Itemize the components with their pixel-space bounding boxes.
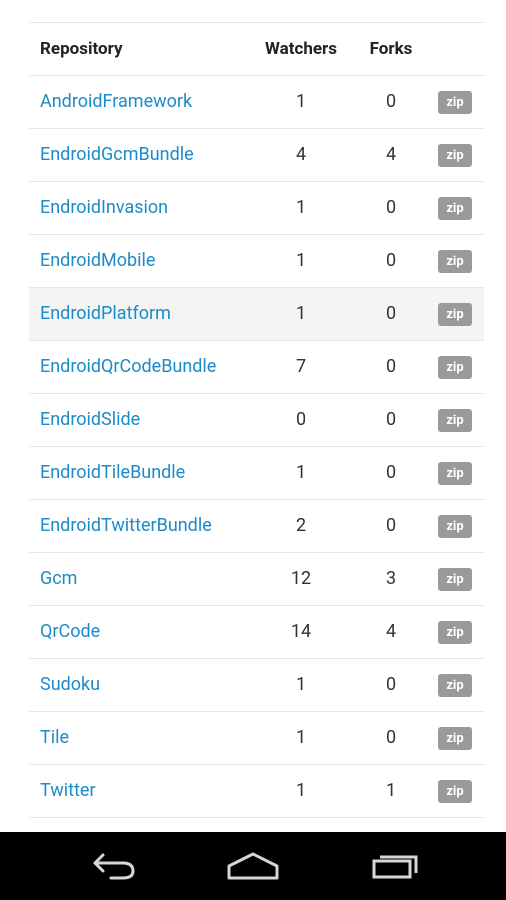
repository-link[interactable]: EndroidPlatform xyxy=(40,288,171,340)
forks-count: 3 xyxy=(385,568,397,589)
table-row: Sudoku 1 0 zip xyxy=(29,659,484,712)
forks-count: 4 xyxy=(385,621,397,642)
table-row: AndroidFramework 1 0 zip xyxy=(29,76,484,129)
system-navigation-bar xyxy=(0,832,506,900)
watchers-count: 0 xyxy=(295,409,307,430)
table-row: EndroidTileBundle 1 0 zip xyxy=(29,447,484,500)
zip-download-button[interactable]: zip xyxy=(438,356,472,379)
forks-count: 0 xyxy=(385,515,397,536)
forks-count: 0 xyxy=(385,727,397,748)
repository-link[interactable]: Gcm xyxy=(40,553,77,605)
repository-link[interactable]: EndroidInvasion xyxy=(40,182,168,234)
repository-link[interactable]: EndroidSlide xyxy=(40,394,140,446)
watchers-count: 4 xyxy=(295,144,307,165)
table-header-row: Repository Watchers Forks xyxy=(29,23,484,76)
table-row: EndroidGcmBundle 4 4 zip xyxy=(29,129,484,182)
watchers-count: 1 xyxy=(295,91,307,112)
zip-download-button[interactable]: zip xyxy=(438,144,472,167)
watchers-count: 1 xyxy=(295,197,307,218)
repository-link[interactable]: EndroidGcmBundle xyxy=(40,129,194,181)
back-icon xyxy=(89,851,137,881)
forks-count: 0 xyxy=(385,91,397,112)
watchers-count: 14 xyxy=(290,621,312,642)
zip-download-button[interactable]: zip xyxy=(438,674,472,697)
table-row: EndroidMobile 1 0 zip xyxy=(29,235,484,288)
home-icon xyxy=(225,850,281,882)
zip-download-button[interactable]: zip xyxy=(438,250,472,273)
table-row: EndroidInvasion 1 0 zip xyxy=(29,182,484,235)
watchers-count: 1 xyxy=(295,780,307,801)
table-row: Tile 1 0 zip xyxy=(29,712,484,765)
forks-count: 0 xyxy=(385,197,397,218)
repository-link[interactable]: EndroidMobile xyxy=(40,235,155,287)
watchers-count: 1 xyxy=(295,303,307,324)
zip-download-button[interactable]: zip xyxy=(438,462,472,485)
forks-count: 1 xyxy=(385,780,397,801)
table-row: Twitter 1 1 zip xyxy=(29,765,484,818)
forks-count: 0 xyxy=(385,409,397,430)
zip-download-button[interactable]: zip xyxy=(438,621,472,644)
zip-download-button[interactable]: zip xyxy=(438,515,472,538)
watchers-count: 7 xyxy=(295,356,307,377)
repository-link[interactable]: EndroidTileBundle xyxy=(40,447,185,499)
table-row-highlighted: EndroidPlatform 1 0 zip xyxy=(29,288,484,341)
zip-download-button[interactable]: zip xyxy=(438,727,472,750)
home-button[interactable] xyxy=(223,846,283,886)
watchers-count: 2 xyxy=(295,515,307,536)
zip-download-button[interactable]: zip xyxy=(438,780,472,803)
table-row: EndroidQrCodeBundle 7 0 zip xyxy=(29,341,484,394)
table-row: Gcm 12 3 zip xyxy=(29,553,484,606)
header-forks: Forks xyxy=(369,39,413,59)
repository-link[interactable]: AndroidFramework xyxy=(40,76,192,128)
zip-download-button[interactable]: zip xyxy=(438,91,472,114)
forks-count: 0 xyxy=(385,303,397,324)
zip-download-button[interactable]: zip xyxy=(438,568,472,591)
repository-link[interactable]: EndroidQrCodeBundle xyxy=(40,341,216,393)
zip-download-button[interactable]: zip xyxy=(438,303,472,326)
forks-count: 0 xyxy=(385,250,397,271)
forks-count: 0 xyxy=(385,356,397,377)
recents-button[interactable] xyxy=(366,846,426,886)
header-repository: Repository xyxy=(40,39,123,59)
repository-link[interactable]: Twitter xyxy=(40,765,96,817)
table-row: QrCode 14 4 zip xyxy=(29,606,484,659)
repository-link[interactable]: Tile xyxy=(40,712,69,764)
table-row: EndroidTwitterBundle 2 0 zip xyxy=(29,500,484,553)
repository-link[interactable]: Sudoku xyxy=(40,659,100,711)
repository-link[interactable]: QrCode xyxy=(40,606,100,658)
watchers-count: 1 xyxy=(295,462,307,483)
watchers-count: 12 xyxy=(290,568,312,589)
watchers-count: 1 xyxy=(295,674,307,695)
zip-download-button[interactable]: zip xyxy=(438,409,472,432)
forks-count: 0 xyxy=(385,462,397,483)
header-watchers: Watchers xyxy=(265,39,337,59)
repository-list-screen: Repository Watchers Forks AndroidFramewo… xyxy=(0,0,506,832)
zip-download-button[interactable]: zip xyxy=(438,197,472,220)
table-row: EndroidSlide 0 0 zip xyxy=(29,394,484,447)
recents-icon xyxy=(370,851,422,881)
forks-count: 4 xyxy=(385,144,397,165)
repository-link[interactable]: EndroidTwitterBundle xyxy=(40,500,212,552)
forks-count: 0 xyxy=(385,674,397,695)
watchers-count: 1 xyxy=(295,727,307,748)
watchers-count: 1 xyxy=(295,250,307,271)
repository-table: Repository Watchers Forks AndroidFramewo… xyxy=(29,22,484,818)
back-button[interactable] xyxy=(83,846,143,886)
